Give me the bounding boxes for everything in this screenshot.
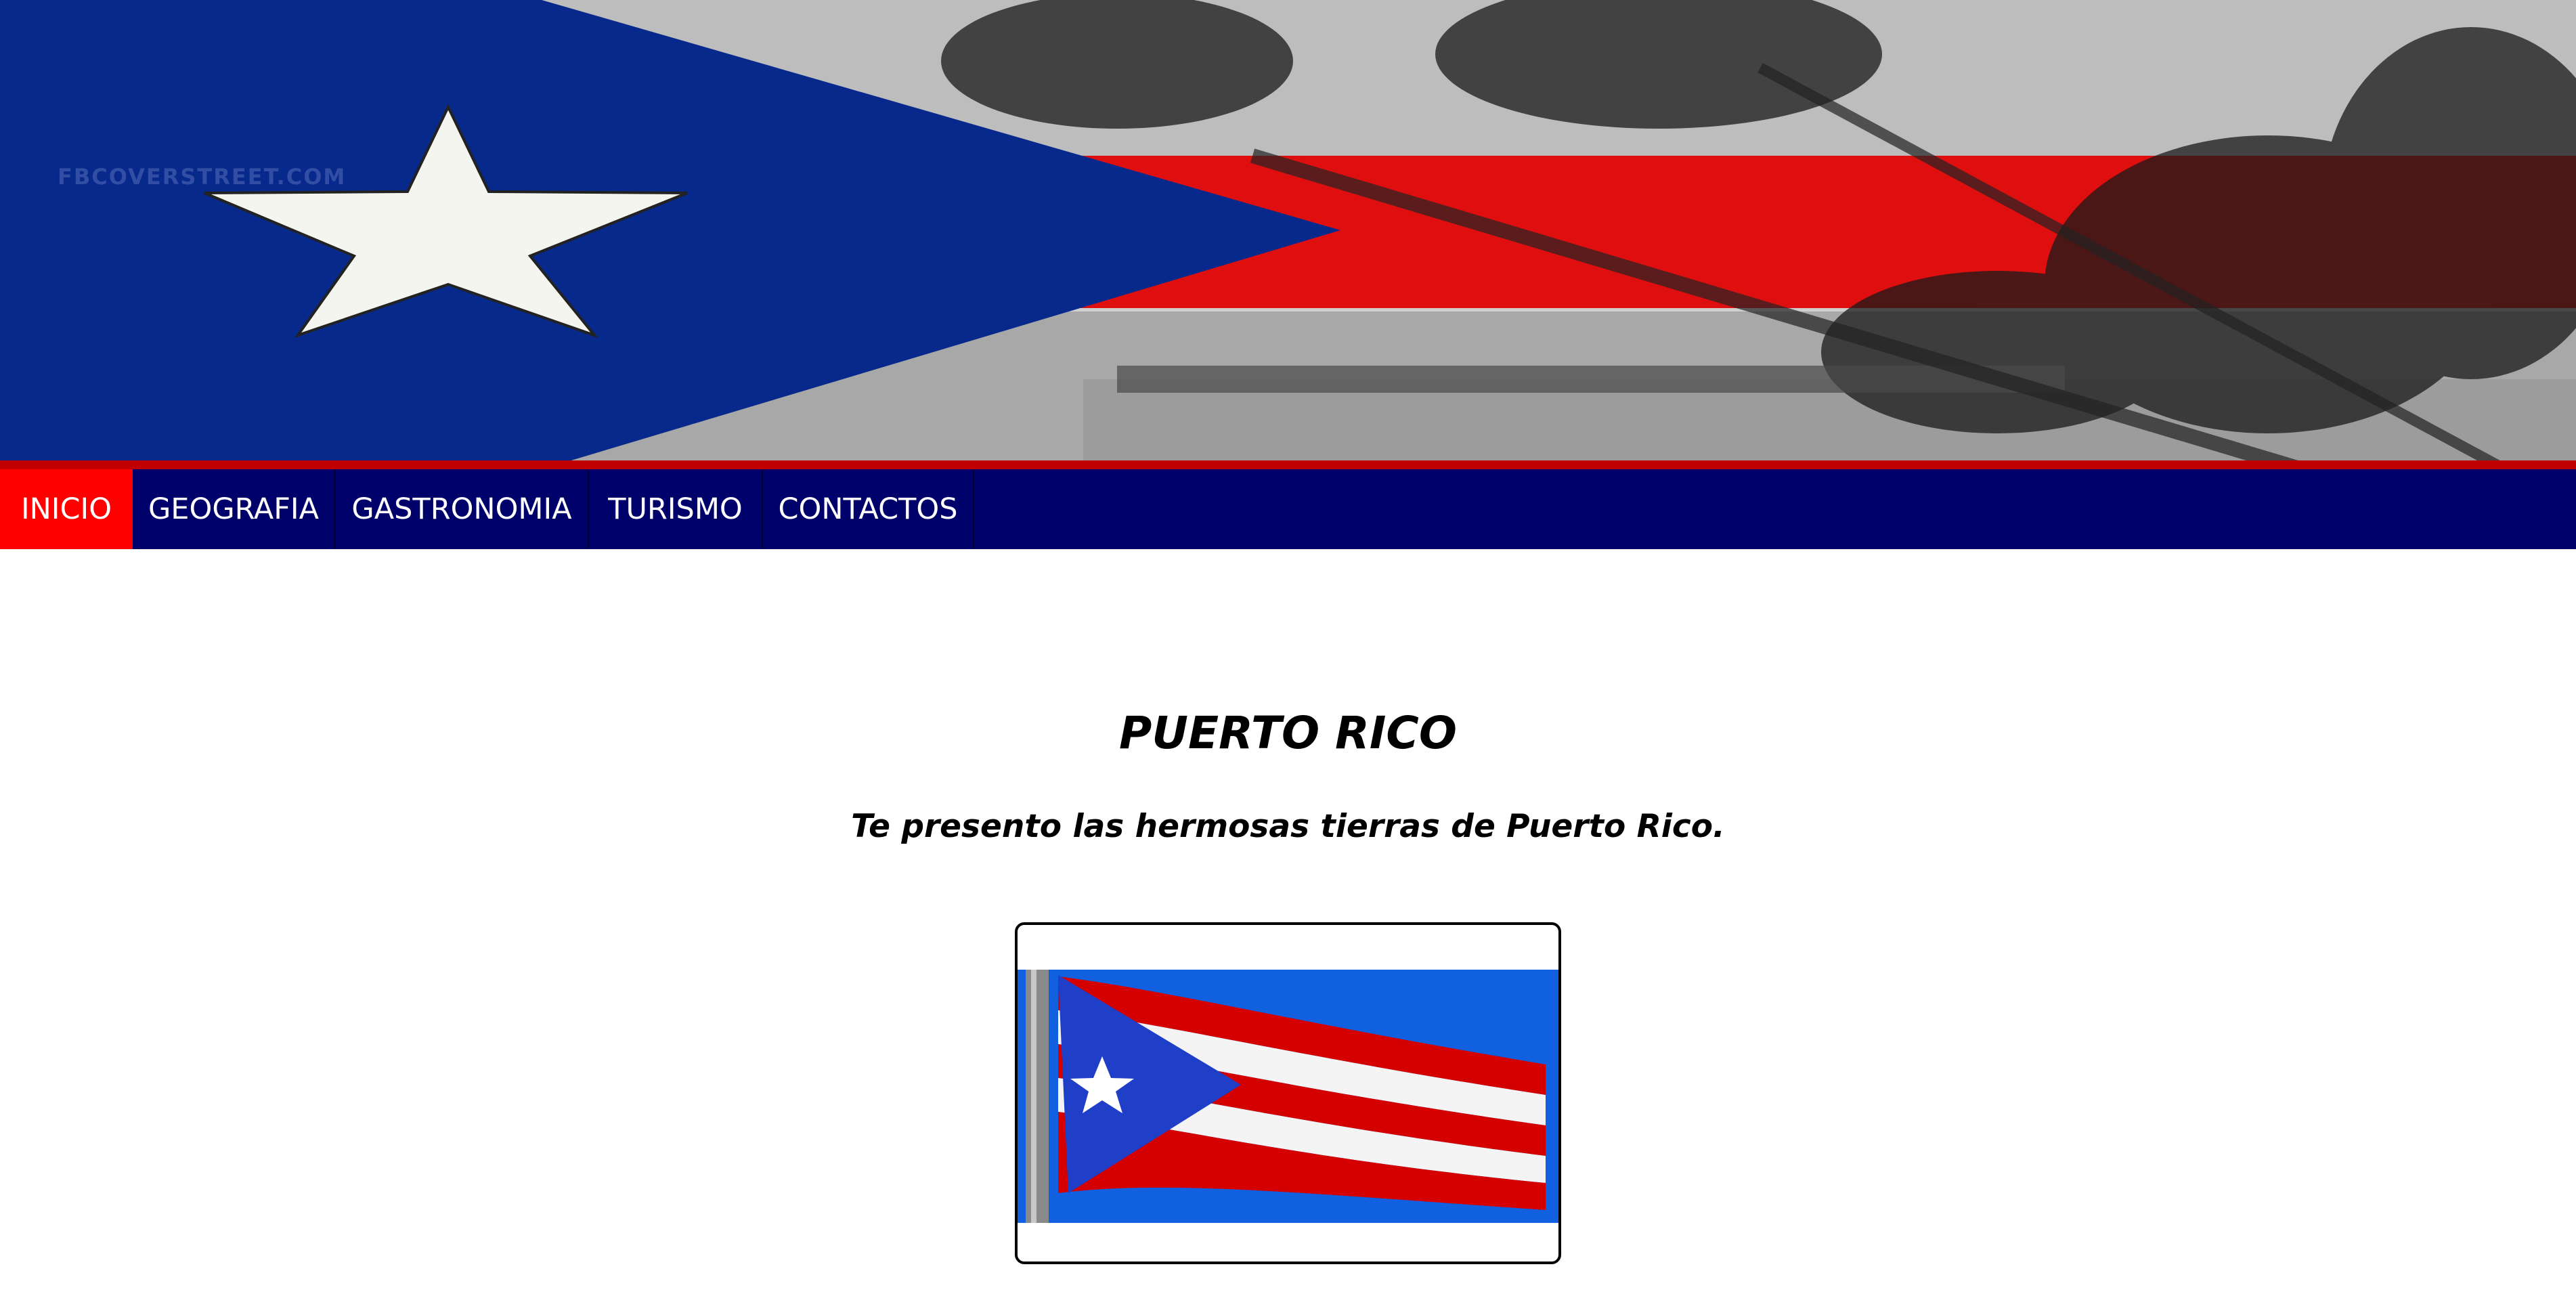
flag-photo-frame bbox=[1015, 922, 1561, 1264]
main-nav: INICIO GEOGRAFIA GASTRONOMIA TURISMO CON… bbox=[0, 469, 2576, 549]
banner-flag-illustration bbox=[0, 0, 2576, 469]
page: FBCOVERSTREET.COM INICIO GEOGRAFIA GASTR… bbox=[0, 0, 2576, 1294]
puerto-rico-flag-image bbox=[1018, 970, 1558, 1223]
nav-item-gastronomia[interactable]: GASTRONOMIA bbox=[336, 469, 589, 549]
nav-item-contactos[interactable]: CONTACTOS bbox=[763, 469, 974, 549]
nav-item-geografia[interactable]: GEOGRAFIA bbox=[133, 469, 336, 549]
banner-watermark: FBCOVERSTREET.COM bbox=[58, 164, 347, 190]
nav-item-turismo[interactable]: TURISMO bbox=[589, 469, 763, 549]
nav-item-inicio[interactable]: INICIO bbox=[0, 469, 133, 549]
header-banner: FBCOVERSTREET.COM bbox=[0, 0, 2576, 469]
page-subtitle: Te presento las hermosas tierras de Puer… bbox=[851, 808, 1725, 845]
page-title: PUERTO RICO bbox=[1119, 707, 1457, 760]
